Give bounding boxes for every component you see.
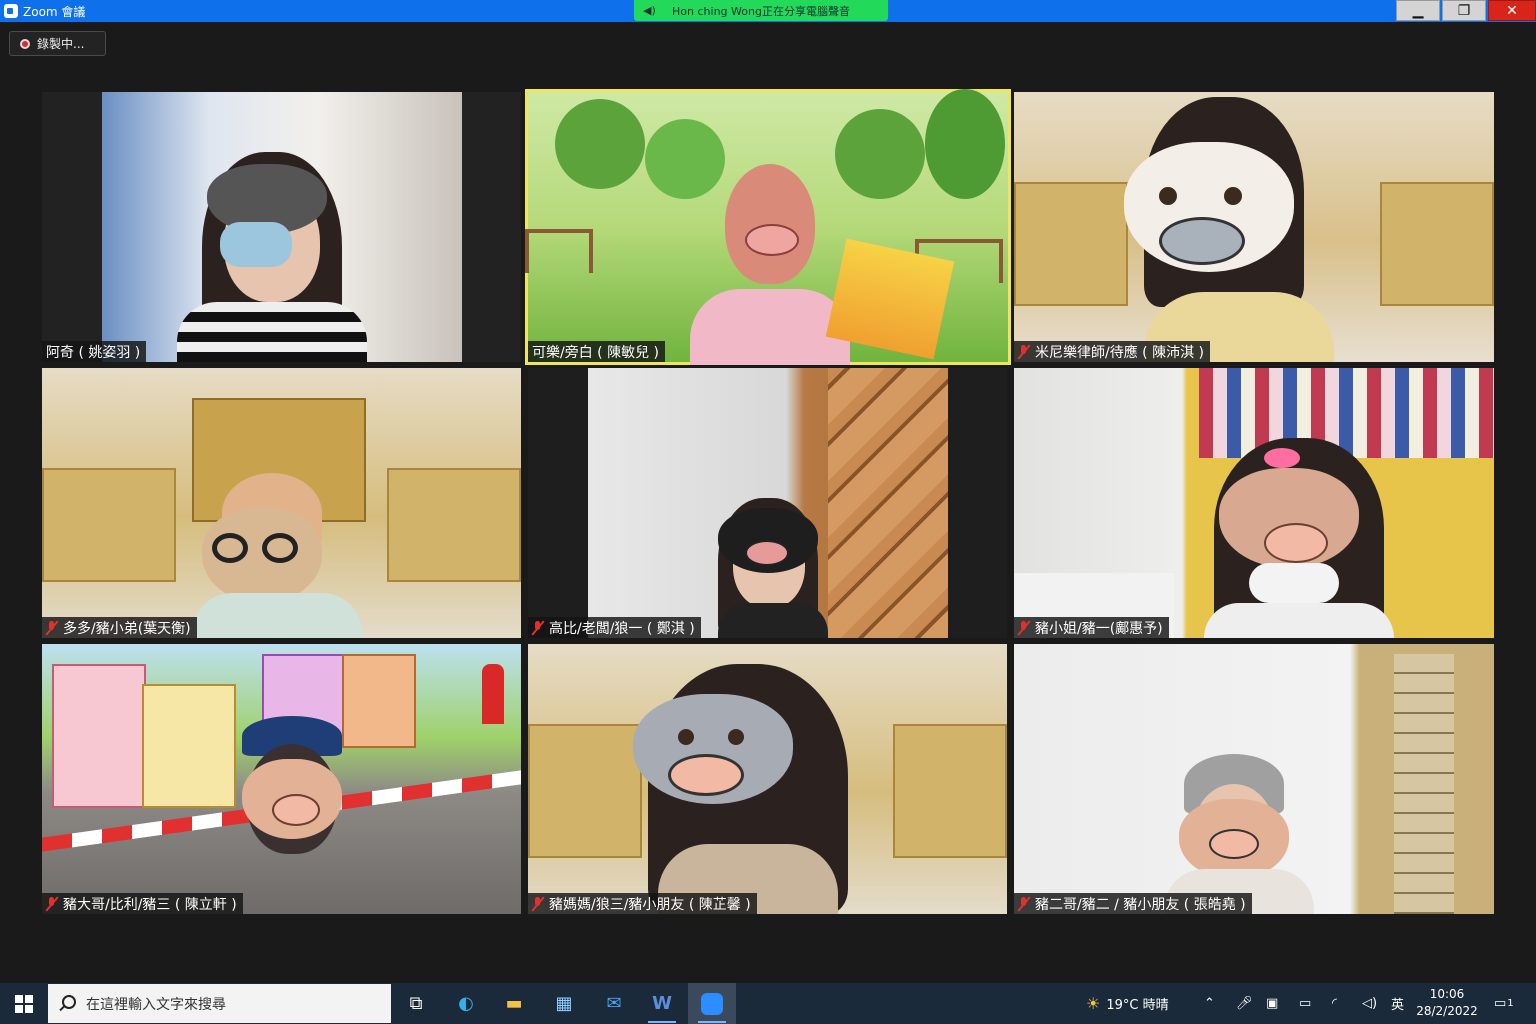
mic-muted-icon — [46, 620, 58, 635]
edge-icon[interactable]: ◐ — [442, 983, 490, 1024]
pig-snout — [668, 754, 744, 796]
participant-name: 豬二哥/豬二 / 豬小朋友 ( 張皓堯 ) — [1014, 893, 1252, 914]
minimize-button[interactable]: ▁ — [1396, 0, 1440, 21]
webcam-scene — [102, 92, 462, 362]
weather-icon: ☀ — [1086, 994, 1101, 1013]
participant-name: 阿奇 ( 姚姿羽 ) — [42, 341, 147, 362]
pig-snout — [1209, 829, 1259, 859]
start-button[interactable] — [0, 983, 48, 1024]
pig-snout — [745, 540, 789, 566]
clock-time: 10:06 — [1429, 987, 1465, 1001]
participant-name: 米尼樂律師/待應 ( 陳沛淇 ) — [1014, 341, 1210, 362]
mic-muted-icon — [1018, 896, 1030, 911]
notification-center[interactable]: ▭ 1 — [1494, 983, 1514, 1024]
participant-name: 豬小姐/豬一(鄺惠予) — [1014, 617, 1169, 638]
zoom-taskbar-icon[interactable] — [688, 983, 736, 1024]
microphone-icon[interactable]: 🎤︎ — [1236, 983, 1253, 1024]
video-tile[interactable]: 阿奇 ( 姚姿羽 ) — [42, 92, 521, 362]
video-tile[interactable]: 高比/老闆/狼一 ( 鄭淇 ) — [528, 368, 1007, 638]
input-method-indicator[interactable]: 英 — [1391, 983, 1404, 1024]
mic-muted-icon — [1018, 620, 1030, 635]
virtual-background-park — [525, 89, 1011, 365]
video-tile[interactable]: 豬二哥/豬二 / 豬小朋友 ( 張皓堯 ) — [1014, 644, 1494, 914]
face-mask — [220, 222, 292, 267]
taskbar: 在這裡輸入文字來搜尋 ⧉ ◐ ▬ ▦ ✉ W ☀ 19°C 時晴 ⌃ 🎤︎ ▣ … — [0, 983, 1536, 1024]
participant-name: 高比/老闆/狼一 ( 鄭淇 ) — [528, 617, 701, 638]
mic-muted-icon — [46, 896, 58, 911]
participant-name: 多多/豬小弟(葉天衡) — [42, 617, 197, 638]
search-icon — [62, 994, 76, 1009]
video-tile[interactable]: 豬大哥/比利/豬三 ( 陳立軒 ) — [42, 644, 521, 914]
taskbar-search[interactable]: 在這裡輸入文字來搜尋 — [48, 984, 391, 1023]
network-icon[interactable]: ◜ — [1332, 983, 1337, 1024]
weather-text: 19°C 時晴 — [1106, 998, 1169, 1013]
task-view-icon[interactable]: ⧉ — [392, 983, 440, 1024]
file-explorer-icon[interactable]: ▬ — [490, 983, 538, 1024]
mic-muted-icon — [1018, 344, 1030, 359]
audio-share-banner[interactable]: ◀) Hon ching Wong正在分享電腦聲音 — [634, 0, 888, 21]
pig-snout — [1159, 217, 1245, 265]
video-tile[interactable]: 米尼樂律師/待應 ( 陳沛淇 ) — [1014, 92, 1494, 362]
battery-icon[interactable]: ▭ — [1299, 983, 1311, 1024]
speaker-icon: ◀) — [643, 4, 656, 17]
participant-name: 豬媽媽/狼三/豬小朋友 ( 陳芷馨 ) — [528, 893, 757, 914]
word-icon[interactable]: W — [638, 983, 686, 1024]
store-icon[interactable]: ▦ — [540, 983, 588, 1024]
weather-widget[interactable]: ☀ 19°C 時晴 — [1086, 983, 1169, 1024]
record-icon — [20, 38, 30, 49]
volume-icon[interactable]: ◁) — [1362, 983, 1377, 1024]
recording-label: 錄製中... — [37, 37, 85, 51]
virtual-background-courtroom — [528, 644, 1007, 914]
virtual-background-courtroom — [42, 368, 521, 638]
mail-icon[interactable]: ✉ — [590, 983, 638, 1024]
notification-count: 1 — [1507, 998, 1514, 1009]
window-title: Zoom 會議 — [23, 4, 86, 19]
windows-icon — [15, 994, 33, 1013]
participant-name: 豬大哥/比利/豬三 ( 陳立軒 ) — [42, 893, 243, 914]
notification-icon: ▭ — [1494, 996, 1507, 1011]
webcam-scene — [1014, 644, 1494, 914]
audio-share-text: Hon ching Wong正在分享電腦聲音 — [672, 4, 850, 18]
search-placeholder: 在這裡輸入文字來搜尋 — [86, 996, 226, 1013]
webcam-scene — [1014, 368, 1494, 638]
clock[interactable]: 10:06 28/2/2022 — [1414, 986, 1480, 1020]
pig-snout — [272, 794, 320, 826]
restore-button[interactable]: ❐ — [1442, 0, 1486, 21]
participant-name: 可樂/旁白 ( 陳敏兒 ) — [528, 341, 665, 362]
zoom-icon — [4, 4, 18, 18]
show-hidden-icons[interactable]: ⌃ — [1204, 983, 1215, 1024]
video-tile-active-speaker[interactable]: 可樂/旁白 ( 陳敏兒 ) — [525, 89, 1011, 365]
close-button[interactable]: ✕ — [1488, 0, 1536, 21]
recording-indicator[interactable]: 錄製中... — [9, 31, 106, 56]
mic-muted-icon — [532, 620, 544, 635]
pig-snout — [745, 224, 799, 256]
video-tile[interactable]: 多多/豬小弟(葉天衡) — [42, 368, 521, 638]
virtual-background-street — [42, 644, 521, 914]
clock-date: 28/2/2022 — [1416, 1004, 1478, 1018]
video-tile[interactable]: 豬媽媽/狼三/豬小朋友 ( 陳芷馨 ) — [528, 644, 1007, 914]
meet-now-icon[interactable]: ▣ — [1266, 983, 1278, 1024]
virtual-background-courtroom — [1014, 92, 1494, 362]
mic-muted-icon — [532, 896, 544, 911]
video-tile[interactable]: 豬小姐/豬一(鄺惠予) — [1014, 368, 1494, 638]
webcam-scene — [588, 368, 948, 638]
pig-snout — [1264, 523, 1328, 563]
